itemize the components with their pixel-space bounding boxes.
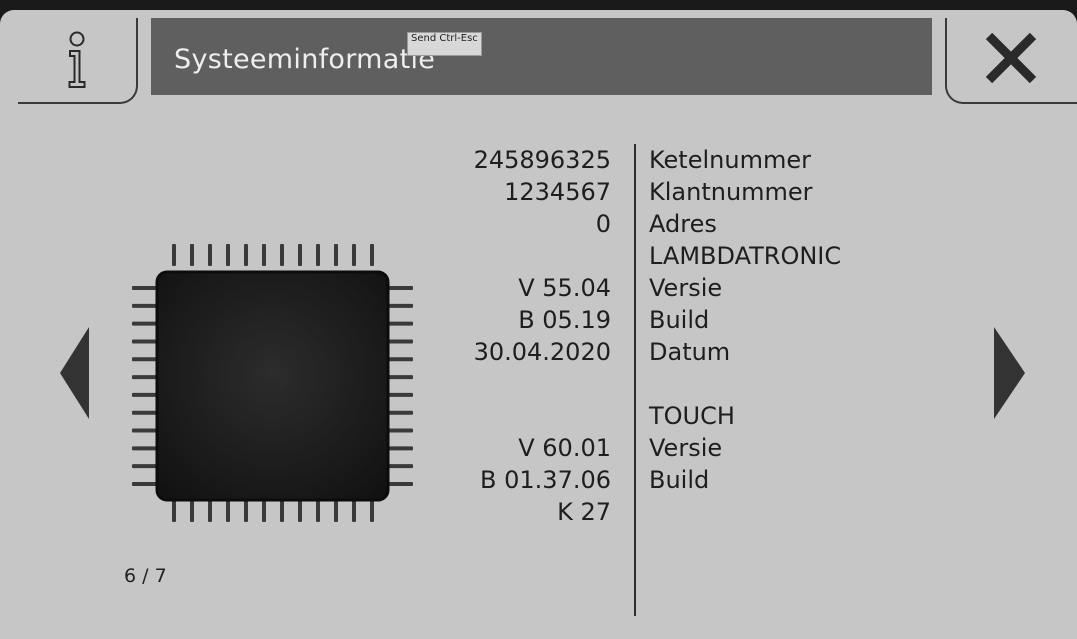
chip-pin	[352, 500, 356, 522]
chip-pin	[132, 392, 157, 397]
info-value: V 55.04	[518, 274, 611, 302]
info-label: Datum	[649, 338, 731, 366]
chip-pin	[316, 500, 320, 522]
info-value: V 60.01	[518, 434, 611, 462]
chip-pin	[262, 244, 266, 266]
info-label	[649, 496, 841, 528]
info-value	[400, 368, 611, 400]
info-value	[400, 240, 611, 272]
info-label: Ketelnummer	[649, 146, 811, 174]
arrow-right-icon[interactable]	[994, 327, 1026, 419]
info-label: Build	[649, 306, 710, 334]
chip-pin	[172, 500, 176, 522]
chip-pin	[132, 339, 157, 344]
chip-pin	[208, 500, 212, 522]
info-value: K 27	[557, 498, 611, 526]
info-value: 1234567	[504, 178, 611, 206]
info-label: Versie	[649, 434, 723, 462]
chip-pin	[132, 375, 157, 380]
arrow-left-icon[interactable]	[60, 327, 90, 419]
info-labels-column: Ketelnummer Klantnummer Adres LAMBDATRON…	[649, 144, 841, 528]
chip-icon	[132, 244, 413, 522]
info-value: 0	[595, 210, 611, 238]
info-value: 245896325	[473, 146, 611, 174]
chip-pin	[262, 500, 266, 522]
info-label: Build	[649, 466, 710, 494]
chip-pin	[208, 244, 212, 266]
chip-pin	[132, 428, 157, 433]
chip-pin	[132, 410, 157, 415]
close-button[interactable]	[945, 18, 1077, 104]
info-label: TOUCH	[649, 402, 735, 430]
info-button[interactable]	[18, 18, 138, 104]
page-title: Systeeminformatie	[174, 44, 436, 75]
info-label: Klantnummer	[649, 178, 813, 206]
chip-pin	[226, 244, 230, 266]
chip-pin	[132, 321, 157, 326]
chip-pin	[172, 244, 176, 266]
info-label: LAMBDATRONIC	[649, 242, 842, 270]
chip-pin	[226, 500, 230, 522]
chip-pin	[132, 357, 157, 362]
chip-pin	[352, 244, 356, 266]
send-ctrl-esc-tooltip[interactable]: Send Ctrl-Esc	[407, 32, 482, 56]
chip-pin	[190, 500, 194, 522]
chip-pin	[280, 500, 284, 522]
chip-pin	[316, 244, 320, 266]
info-value: B 01.37.06	[480, 466, 611, 494]
chip-pin	[244, 500, 248, 522]
chip-pin	[334, 244, 338, 266]
chip-pin	[132, 446, 157, 451]
chip-pin	[190, 244, 194, 266]
chip-pin	[132, 286, 157, 290]
info-value	[400, 400, 611, 432]
chip-pin	[370, 500, 374, 522]
title-bar: Systeeminformatie Send Ctrl-Esc	[151, 18, 932, 95]
chip-pin	[298, 244, 302, 266]
column-divider	[634, 144, 636, 616]
info-label: Versie	[649, 274, 723, 302]
chip-pin	[280, 244, 284, 266]
chip-pin	[370, 244, 374, 266]
chip-pin	[132, 482, 157, 486]
info-values-column: 245896325 1234567 0 V 55.04 B 05.19 30.0…	[400, 144, 611, 528]
chip-pin	[334, 500, 338, 522]
info-label: Adres	[649, 210, 717, 238]
chip-pin	[132, 464, 157, 469]
close-icon	[985, 33, 1037, 83]
info-value: 30.04.2020	[473, 338, 611, 366]
info-label	[649, 368, 841, 400]
page-indicator: 6 / 7	[124, 565, 167, 587]
info-icon	[68, 31, 86, 88]
system-info-screen: Systeeminformatie Send Ctrl-Esc 6 / 7 24…	[0, 10, 1077, 639]
chip-pin	[298, 500, 302, 522]
info-value: B 05.19	[518, 306, 611, 334]
chip-pin	[132, 303, 157, 308]
chip-pin	[244, 244, 248, 266]
